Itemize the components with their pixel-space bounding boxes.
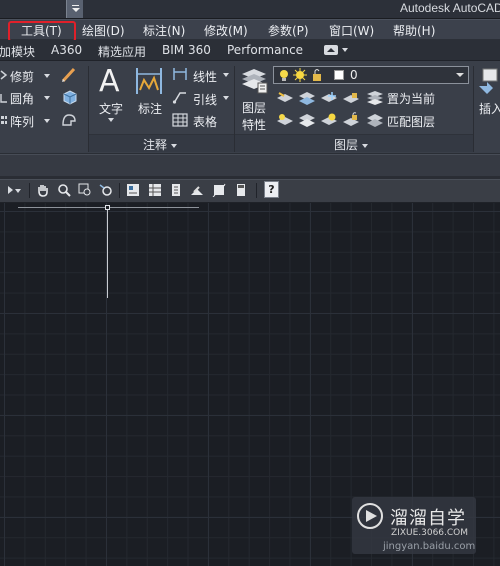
layer-dropdown[interactable]: 0 bbox=[273, 66, 469, 84]
layer-thaw-icon[interactable] bbox=[320, 112, 338, 128]
layer-properties-icon[interactable] bbox=[240, 66, 268, 94]
menu-modify[interactable]: 修改(M) bbox=[204, 22, 248, 39]
linear-dimension-label[interactable]: 线性 bbox=[193, 68, 217, 85]
set-current-layer-label[interactable]: 置为当前 bbox=[387, 90, 435, 107]
watermark-play-icon bbox=[356, 502, 384, 530]
fillet-button-label[interactable]: 圆角 bbox=[10, 90, 34, 107]
insert-block-icon[interactable] bbox=[477, 68, 500, 94]
toolbar-separator bbox=[119, 183, 120, 198]
linear-dimension-icon bbox=[172, 67, 188, 81]
menu-help[interactable]: 帮助(H) bbox=[393, 22, 435, 39]
trim-icon bbox=[0, 69, 8, 81]
layer-on-icon[interactable] bbox=[276, 112, 294, 128]
layer-off-icon[interactable] bbox=[276, 90, 294, 106]
table-label[interactable]: 表格 bbox=[193, 113, 217, 130]
fillet-dropdown-caret[interactable] bbox=[44, 96, 50, 100]
array-button-label[interactable]: 阵列 bbox=[10, 113, 34, 130]
fillet-icon bbox=[0, 92, 8, 104]
watermark-name: 溜溜自学 bbox=[390, 508, 466, 529]
watermark-url: ZIXUE.3066.COM bbox=[391, 528, 469, 538]
menu-dimension[interactable]: 标注(N) bbox=[143, 22, 185, 39]
vertical-line-entity[interactable] bbox=[107, 209, 108, 298]
standard-toolbar bbox=[0, 179, 500, 203]
svg-text:A: A bbox=[99, 65, 120, 95]
layer-unlock-icon[interactable] bbox=[342, 112, 360, 128]
zoom-window-icon[interactable] bbox=[78, 183, 92, 197]
insert-label[interactable]: 插入 bbox=[479, 100, 500, 117]
redo-dropdown-caret[interactable] bbox=[15, 189, 21, 193]
menu-window[interactable]: 窗口(W) bbox=[329, 22, 374, 39]
line-endpoint-grip[interactable] bbox=[105, 205, 110, 210]
zoom-realtime-icon[interactable] bbox=[57, 183, 71, 197]
array-dropdown-caret[interactable] bbox=[44, 119, 50, 123]
file-tab-strip bbox=[0, 154, 500, 176]
text-tool-label[interactable]: 文字 bbox=[99, 100, 123, 117]
toolbar-separator bbox=[29, 183, 30, 198]
panel-separator bbox=[473, 66, 474, 152]
layer-lock-icon[interactable] bbox=[342, 90, 360, 106]
menu-parametric[interactable]: 参数(P) bbox=[268, 22, 309, 39]
match-layer-icon[interactable] bbox=[366, 112, 384, 128]
layers-panel-title[interactable]: 图层 bbox=[334, 136, 368, 153]
chevron-down-icon bbox=[456, 73, 464, 77]
leader-label[interactable]: 引线 bbox=[193, 91, 217, 108]
toolbar-separator bbox=[256, 183, 257, 198]
layer-color-swatch bbox=[334, 70, 344, 80]
tab-performance[interactable]: Performance bbox=[227, 43, 303, 57]
ribbon-tab-bar: 加模块 A360 精选应用 BIM 360 Performance bbox=[0, 40, 500, 61]
layer-properties-label-2[interactable]: 特性 bbox=[242, 116, 266, 133]
layer-state-icons bbox=[280, 68, 321, 82]
design-center-icon[interactable] bbox=[148, 183, 162, 197]
table-icon bbox=[172, 113, 188, 127]
watermark-subtext: jingyan.baidu.com bbox=[383, 541, 476, 552]
erase-pencil-icon[interactable] bbox=[60, 66, 78, 84]
app-title: Autodesk AutoCAD bbox=[400, 1, 500, 15]
quick-access-dropdown[interactable] bbox=[66, 0, 83, 18]
layer-unisolate-icon[interactable] bbox=[298, 112, 316, 128]
markup-set-icon[interactable] bbox=[212, 183, 226, 198]
dimension-tool-label[interactable]: 标注 bbox=[138, 100, 162, 117]
array-icon bbox=[0, 114, 8, 126]
menu-draw[interactable]: 绘图(D) bbox=[82, 22, 125, 39]
stretch-icon[interactable] bbox=[60, 111, 78, 129]
leader-caret[interactable] bbox=[223, 96, 229, 100]
layer-freeze-icon[interactable] bbox=[320, 90, 338, 106]
tab-a360[interactable]: A360 bbox=[51, 43, 82, 57]
current-layer-name: 0 bbox=[350, 68, 358, 82]
sheet-set-icon[interactable] bbox=[190, 183, 204, 197]
redo-arrow-icon[interactable] bbox=[0, 183, 14, 197]
linear-dimension-caret[interactable] bbox=[223, 73, 229, 77]
tool-palettes-icon[interactable] bbox=[169, 183, 183, 197]
explode-cube-icon[interactable] bbox=[60, 88, 78, 106]
calculator-icon[interactable] bbox=[234, 183, 248, 197]
dimension-tool-icon[interactable] bbox=[134, 66, 164, 96]
title-bar: Autodesk AutoCAD bbox=[0, 0, 500, 19]
tab-bim360[interactable]: BIM 360 bbox=[162, 43, 211, 57]
layer-isolate-icon[interactable] bbox=[298, 90, 316, 106]
match-layer-label[interactable]: 匹配图层 bbox=[387, 113, 435, 130]
pan-hand-icon[interactable] bbox=[36, 183, 50, 197]
annotation-panel-title[interactable]: 注释 bbox=[143, 136, 177, 153]
layer-properties-label-1[interactable]: 图层 bbox=[242, 99, 266, 116]
set-current-layer-icon[interactable] bbox=[366, 90, 384, 106]
menu-tools-highlight bbox=[8, 21, 76, 42]
help-button[interactable]: ? bbox=[264, 181, 279, 198]
leader-icon bbox=[172, 90, 188, 104]
trim-dropdown-caret[interactable] bbox=[44, 74, 50, 78]
ribbon-tabs-more-button[interactable] bbox=[324, 44, 350, 57]
trim-button-label[interactable]: 修剪 bbox=[10, 68, 34, 85]
text-tool-caret[interactable] bbox=[108, 118, 114, 122]
tab-featured-apps[interactable]: 精选应用 bbox=[98, 43, 146, 60]
zoom-previous-icon[interactable] bbox=[99, 183, 113, 197]
tab-add-ins[interactable]: 加模块 bbox=[0, 43, 35, 60]
text-tool-icon[interactable]: A bbox=[97, 65, 125, 95]
properties-icon[interactable] bbox=[126, 183, 140, 197]
